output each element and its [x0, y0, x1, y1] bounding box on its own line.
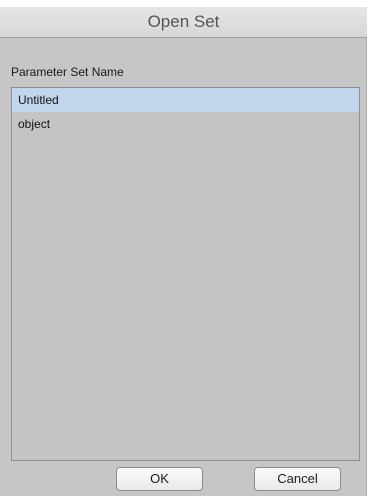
list-item-object[interactable]: object — [12, 112, 359, 136]
parameter-set-list[interactable]: Untitled object — [11, 87, 360, 461]
list-item-untitled[interactable]: Untitled — [12, 88, 359, 112]
title-bar[interactable]: Open Set — [0, 0, 367, 38]
dialog-title: Open Set — [147, 12, 220, 31]
open-set-dialog: Open Set Parameter Set Name Untitled obj… — [0, 0, 367, 496]
parameter-set-name-label: Parameter Set Name — [11, 65, 124, 79]
title-bar-top-strip — [0, 0, 367, 7]
ok-button[interactable]: OK — [116, 467, 203, 491]
cancel-button[interactable]: Cancel — [254, 467, 341, 491]
